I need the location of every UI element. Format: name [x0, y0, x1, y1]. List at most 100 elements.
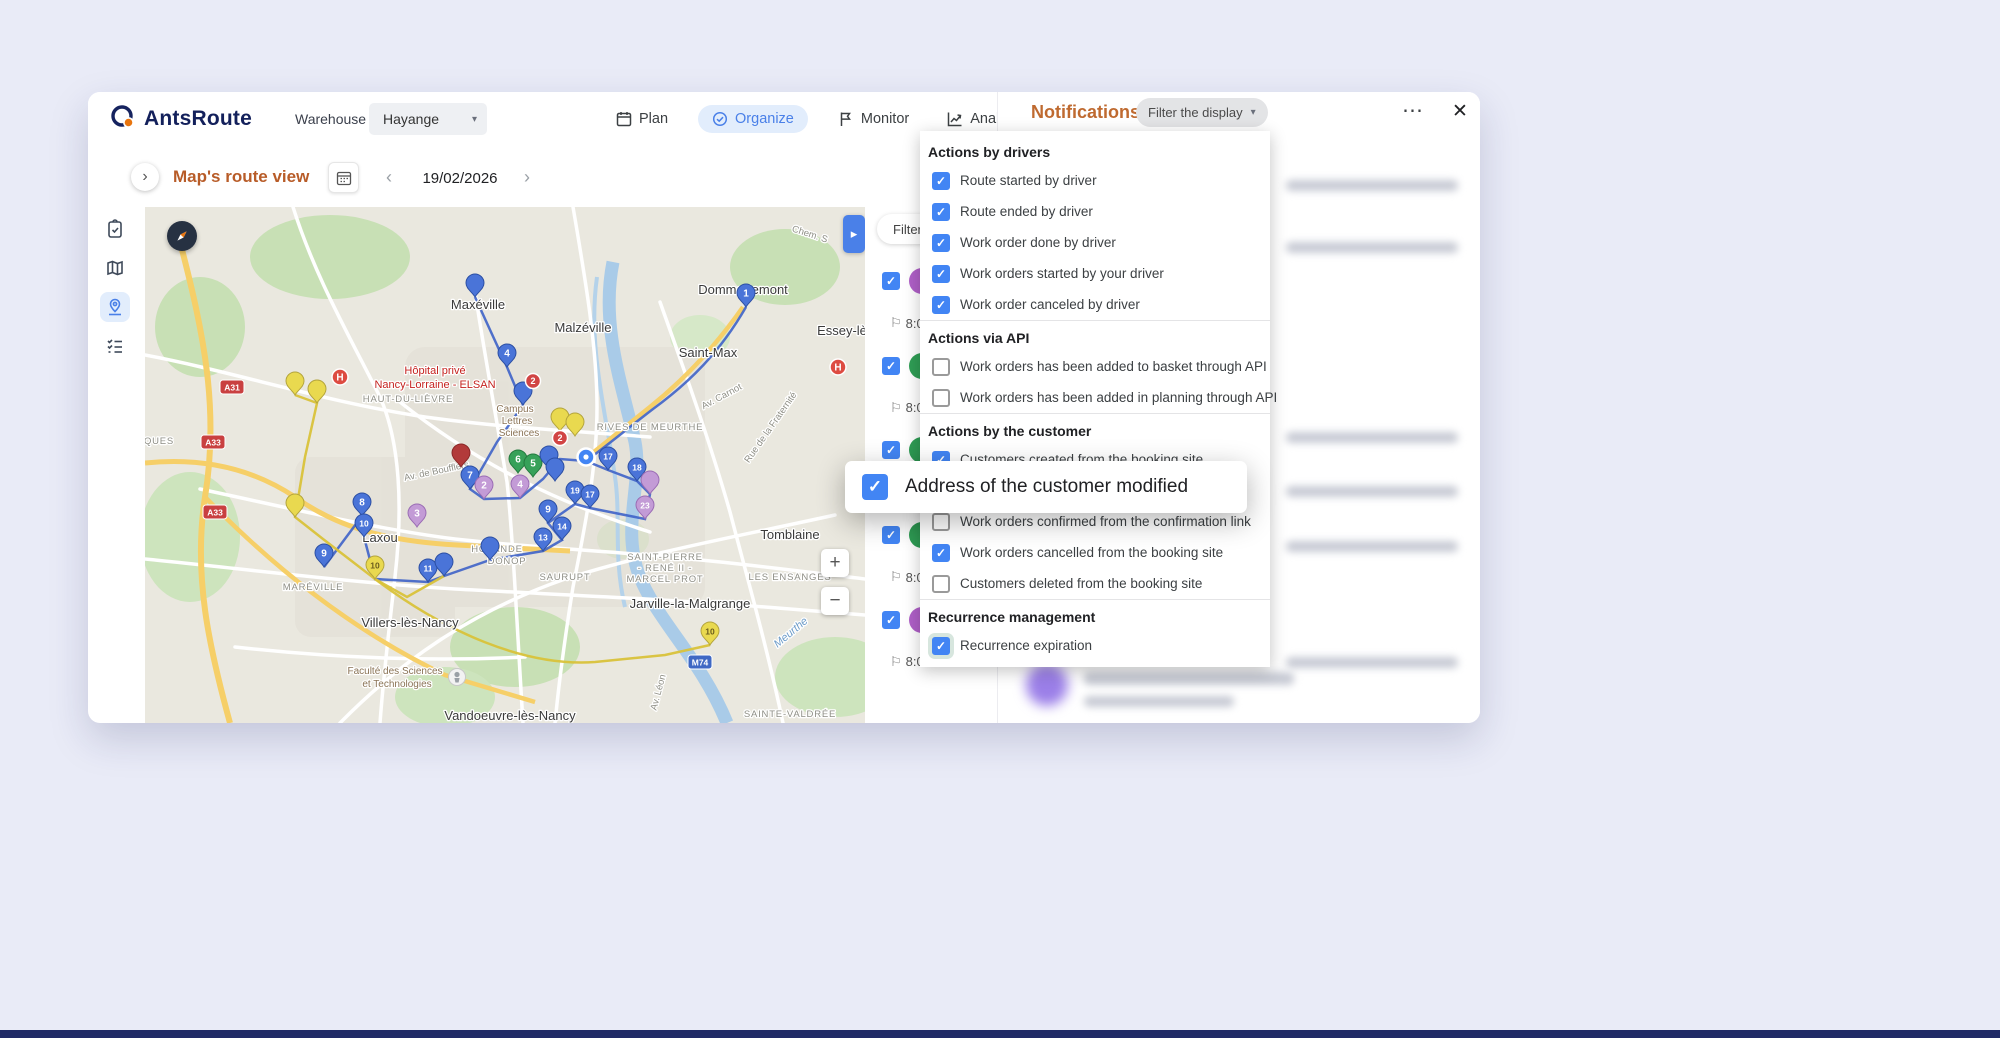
- checkbox-checked-icon[interactable]: ✓: [932, 172, 950, 190]
- checkbox-checked-icon[interactable]: ✓: [932, 637, 950, 655]
- warehouse-select[interactable]: Hayange ▾: [369, 103, 487, 135]
- checkbox-wrap: ✓: [928, 261, 954, 287]
- current-location-dot[interactable]: [578, 449, 595, 466]
- warehouse-label: Warehouse: [295, 111, 366, 127]
- filter-option-work-orders-has-been-added-in-planning-throu[interactable]: Work orders has been added in planning t…: [920, 382, 1270, 413]
- svg-text:10: 10: [705, 627, 715, 637]
- checkbox-unchecked-icon[interactable]: [932, 513, 950, 531]
- task-list-icon[interactable]: [100, 331, 130, 361]
- route-stop-checkbox[interactable]: ✓: [882, 272, 900, 290]
- checkbox-checked-icon[interactable]: ✓: [862, 474, 888, 500]
- map-label: MARCEL PROT: [626, 574, 703, 585]
- map-icon[interactable]: [100, 253, 130, 283]
- filter-option-work-orders-started-by-your-driver[interactable]: ✓Work orders started by your driver: [920, 258, 1270, 289]
- blurred-notification-text: [1286, 432, 1458, 443]
- checkbox-wrap: ✓: [928, 230, 954, 256]
- blurred-notification-text: [1084, 672, 1294, 685]
- nav-organize[interactable]: Organize: [698, 105, 808, 133]
- prev-day-button[interactable]: ‹: [374, 162, 404, 192]
- stop-time: ⚐8:0: [890, 569, 924, 585]
- map-label: Sciences: [499, 428, 540, 439]
- zoom-out-button[interactable]: −: [821, 587, 849, 615]
- filter-option-work-order-done-by-driver[interactable]: ✓Work order done by driver: [920, 227, 1270, 258]
- filter-section-title: Actions via API: [920, 321, 1270, 351]
- check-circle-icon: [712, 111, 728, 127]
- zoom-in-button[interactable]: +: [821, 549, 849, 577]
- route-stop-checkbox[interactable]: ✓: [882, 357, 900, 375]
- warehouse-value: Hayange: [383, 111, 439, 127]
- filter-section-title: Actions by the customer: [920, 414, 1270, 444]
- filter-option-work-orders-has-been-added-to-basket-through[interactable]: Work orders has been added to basket thr…: [920, 351, 1270, 382]
- date-display: 19/02/2026: [410, 170, 510, 187]
- map-label: SAINTE-VALDRÉE: [744, 709, 836, 720]
- highlighted-option-popup[interactable]: ✓ Address of the customer modified: [845, 461, 1247, 513]
- compass-button[interactable]: [167, 221, 197, 251]
- filter-option-customers-deleted-from-the-booking-site[interactable]: Customers deleted from the booking site: [920, 568, 1270, 599]
- checkbox-wrap: ✓: [928, 199, 954, 225]
- svg-text:4: 4: [517, 480, 523, 491]
- stop-time: ⚐8:0: [890, 315, 924, 331]
- filter-option-route-ended-by-driver[interactable]: ✓Route ended by driver: [920, 196, 1270, 227]
- cluster-badge[interactable]: 2: [526, 374, 541, 389]
- filter-option-label: Work orders has been added to basket thr…: [960, 359, 1267, 374]
- checkbox-checked-icon[interactable]: ✓: [932, 234, 950, 252]
- blurred-notification-text: [1286, 242, 1458, 253]
- close-icon[interactable]: ✕: [1446, 98, 1474, 125]
- notifications-menu-button[interactable]: ⋯: [1396, 96, 1429, 125]
- checkbox-checked-icon[interactable]: ✓: [932, 265, 950, 283]
- checkbox-unchecked-icon[interactable]: [932, 389, 950, 407]
- hospital-icon[interactable]: H: [830, 359, 846, 375]
- brand-logo[interactable]: AntsRoute: [110, 92, 252, 146]
- map-canvas[interactable]: A31A33A33M74HH MaxévilleMalzévilleSaint-…: [145, 207, 865, 723]
- svg-text:4: 4: [504, 349, 510, 360]
- app-window: AntsRoute Warehouse Hayange ▾ Plan: [88, 92, 1480, 723]
- filter-option-recurrence-expiration[interactable]: ✓Recurrence expiration: [920, 630, 1270, 661]
- nav-plan[interactable]: Plan: [608, 105, 676, 133]
- map-label: Villers-lès-Nancy: [361, 615, 459, 630]
- checkbox-checked-icon[interactable]: ✓: [932, 544, 950, 562]
- filter-option-work-orders-cancelled-from-the-booking-site[interactable]: ✓Work orders cancelled from the booking …: [920, 537, 1270, 568]
- map-label: Hôpital privé: [404, 365, 465, 377]
- expand-panel-button[interactable]: ▸: [843, 215, 865, 253]
- svg-text:10: 10: [359, 519, 369, 529]
- route-stop-checkbox[interactable]: ✓: [882, 611, 900, 629]
- next-day-button[interactable]: ›: [512, 162, 542, 192]
- checkbox-checked-icon[interactable]: ✓: [932, 203, 950, 221]
- svg-text:17: 17: [585, 490, 595, 500]
- map-label: Vandoeuvre-lès-Nancy: [444, 708, 576, 723]
- map-label: Faculté des Sciences: [347, 666, 442, 677]
- svg-text:10: 10: [370, 561, 380, 571]
- svg-text:18: 18: [632, 463, 642, 473]
- flag-icon: ⚐: [890, 315, 902, 331]
- filter-option-route-started-by-driver[interactable]: ✓Route started by driver: [920, 165, 1270, 196]
- filter-display-label: Filter the display: [1148, 105, 1243, 120]
- cluster-badge[interactable]: 2: [553, 431, 568, 446]
- svg-text:17: 17: [603, 452, 613, 462]
- focused-checkbox-wrap: ✓: [928, 633, 954, 659]
- checkbox-checked-icon[interactable]: ✓: [932, 296, 950, 314]
- checkbox-unchecked-icon[interactable]: [932, 575, 950, 593]
- svg-text:M74: M74: [692, 658, 709, 668]
- checkbox-wrap: [928, 385, 954, 411]
- map-route-view-icon[interactable]: [100, 292, 130, 322]
- svg-text:11: 11: [424, 564, 433, 574]
- hospital-icon[interactable]: H: [332, 369, 348, 385]
- left-icon-rail: [100, 214, 130, 361]
- route-stop-checkbox[interactable]: ✓: [882, 441, 900, 459]
- route-stop-checkbox[interactable]: ✓: [882, 526, 900, 544]
- orders-list-icon[interactable]: [100, 214, 130, 244]
- page-title: Map's route view: [173, 167, 309, 187]
- nav-monitor[interactable]: Monitor: [830, 105, 917, 133]
- calendar-button[interactable]: [328, 162, 359, 193]
- checkbox-unchecked-icon[interactable]: [932, 358, 950, 376]
- nav-label: Monitor: [861, 111, 909, 127]
- filter-option-work-order-canceled-by-driver[interactable]: ✓Work order canceled by driver: [920, 289, 1270, 320]
- collapse-panel-button[interactable]: ›: [131, 163, 159, 191]
- blurred-avatar: [1026, 664, 1068, 706]
- street-view-peg-icon[interactable]: [449, 669, 466, 686]
- filter-display-button[interactable]: Filter the display ▾: [1136, 98, 1268, 127]
- checkbox-wrap: ✓: [928, 292, 954, 318]
- map-label: - RENÉ II -: [638, 563, 693, 574]
- svg-text:8: 8: [359, 498, 365, 509]
- calendar-icon: [616, 111, 632, 127]
